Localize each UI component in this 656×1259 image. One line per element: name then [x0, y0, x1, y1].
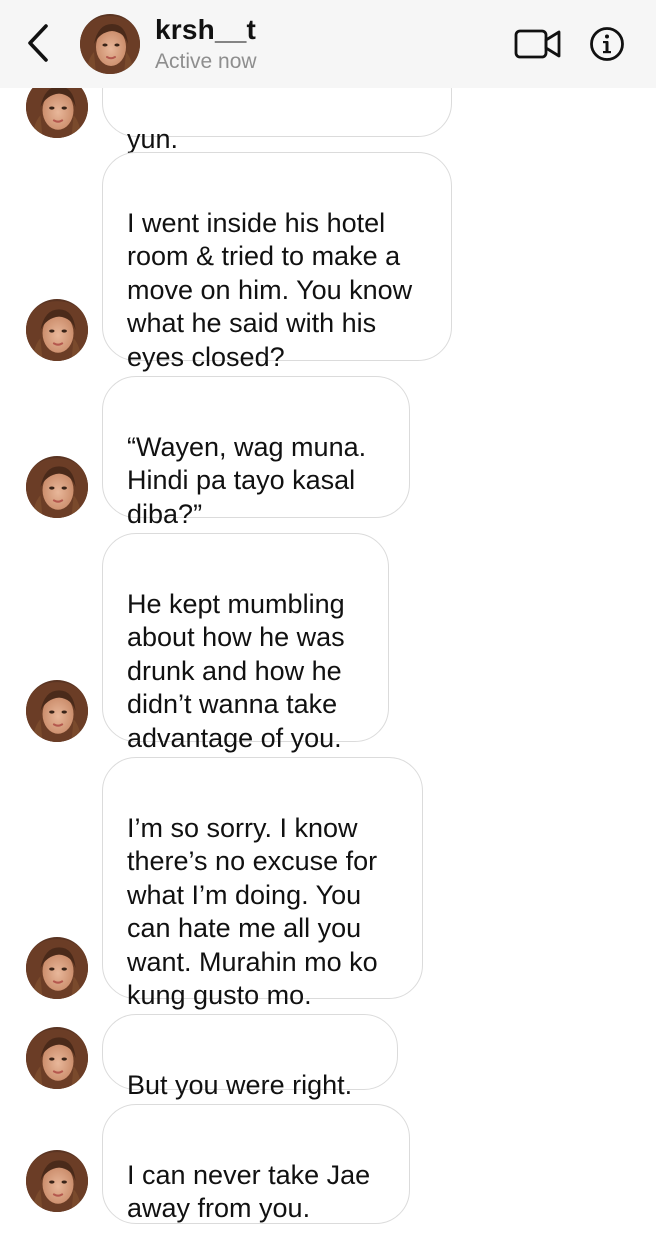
video-camera-icon	[514, 29, 562, 59]
message-text: I can never take Jae away from you.	[127, 1159, 371, 1224]
message-bubble[interactable]: He kept mumbling about how he was drunk …	[102, 533, 389, 753]
message-text: yun.	[127, 123, 179, 154]
message-text: “Wayen, wag muna. Hindi pa tayo kasal di…	[127, 431, 367, 529]
sender-avatar[interactable]	[26, 456, 88, 518]
message-bubble[interactable]: I went inside his hotel room & tried to …	[102, 152, 452, 372]
sender-avatar[interactable]	[26, 937, 88, 999]
info-icon	[589, 26, 625, 62]
message-text: I went inside his hotel room & tried to …	[127, 207, 413, 372]
back-button[interactable]	[22, 20, 58, 66]
chat-header: krsh__t Active now	[0, 0, 656, 88]
message-bubble[interactable]: But you were right.	[102, 1014, 398, 1100]
contact-username[interactable]: krsh__t	[155, 14, 256, 46]
header-avatar[interactable]	[80, 14, 140, 74]
message-bubble[interactable]: I can never take Jae away from you.	[102, 1104, 410, 1224]
video-call-button[interactable]	[514, 29, 562, 59]
sender-avatar[interactable]	[26, 680, 88, 742]
message-bubble[interactable]: I’m so sorry. I know there’s no excuse f…	[102, 757, 423, 1010]
chevron-left-icon	[22, 20, 58, 66]
message-bubble[interactable]: “Wayen, wag muna. Hindi pa tayo kasal di…	[102, 376, 410, 529]
sender-avatar[interactable]	[26, 299, 88, 361]
active-status: Active now	[155, 50, 257, 73]
sender-avatar[interactable]	[26, 1150, 88, 1212]
message-text: I’m so sorry. I know there’s no excuse f…	[127, 812, 378, 1011]
message-text: But you were right.	[127, 1069, 353, 1100]
info-button[interactable]	[589, 26, 625, 62]
sender-avatar[interactable]	[26, 1027, 88, 1089]
message-text: He kept mumbling about how he was drunk …	[127, 588, 345, 753]
